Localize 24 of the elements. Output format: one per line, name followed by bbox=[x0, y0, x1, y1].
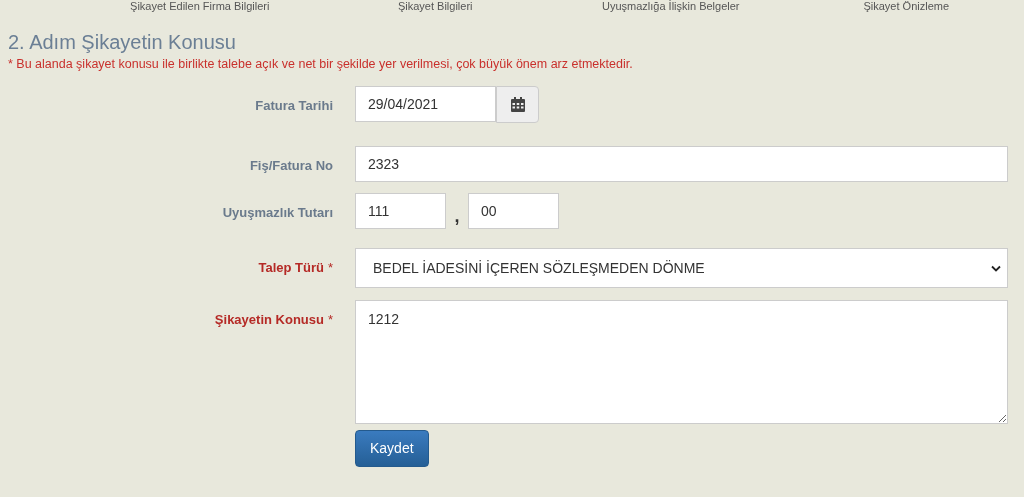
section-heading: 2. Adım Şikayetin Konusu bbox=[8, 30, 237, 54]
calendar-button[interactable] bbox=[496, 86, 539, 123]
required-notice: * Bu alanda şikayet konusu ile birlikte talebe açık ve net bir şekilde yer verilmesi, çok büyük önem arz etmektedir. bbox=[8, 56, 634, 72]
text-area[interactable]: 1212 bbox=[355, 300, 1008, 424]
field-label: Fatura Tarihi bbox=[255, 97, 333, 115]
date-field[interactable]: 29/04/2021 bbox=[355, 86, 496, 122]
required-mark: * bbox=[327, 311, 333, 329]
dropdown-caret-icon bbox=[991, 264, 1001, 272]
select-field[interactable]: BEDEL İADESİNİ İÇEREN SÖZLEŞMEDEN DÖNME bbox=[355, 248, 1008, 288]
field-label: Şikayetin Konusu bbox=[214, 311, 324, 329]
field-label: Talep Türü bbox=[258, 259, 324, 277]
input-field[interactable]: 2323 bbox=[355, 146, 1008, 182]
step-label[interactable]: Şikayet Önizleme bbox=[863, 0, 950, 13]
step-label[interactable]: Şikayet Bilgileri bbox=[397, 0, 473, 13]
amount-field[interactable]: 111 bbox=[355, 193, 446, 229]
field-label: Fiş/Fatura No bbox=[249, 157, 333, 175]
save-button[interactable]: Kaydet bbox=[355, 430, 429, 467]
step-label[interactable]: Uyuşmazlığa İlişkin Belgeler bbox=[601, 0, 740, 13]
decimal-separator: , bbox=[453, 205, 461, 225]
calendar-icon bbox=[510, 97, 525, 112]
decimals-field[interactable]: 00 bbox=[468, 193, 559, 229]
required-mark: * bbox=[327, 259, 333, 277]
field-label: Uyuşmazlık Tutarı bbox=[222, 204, 333, 222]
step-label[interactable]: Şikayet Edilen Firma Bilgileri bbox=[130, 0, 270, 13]
